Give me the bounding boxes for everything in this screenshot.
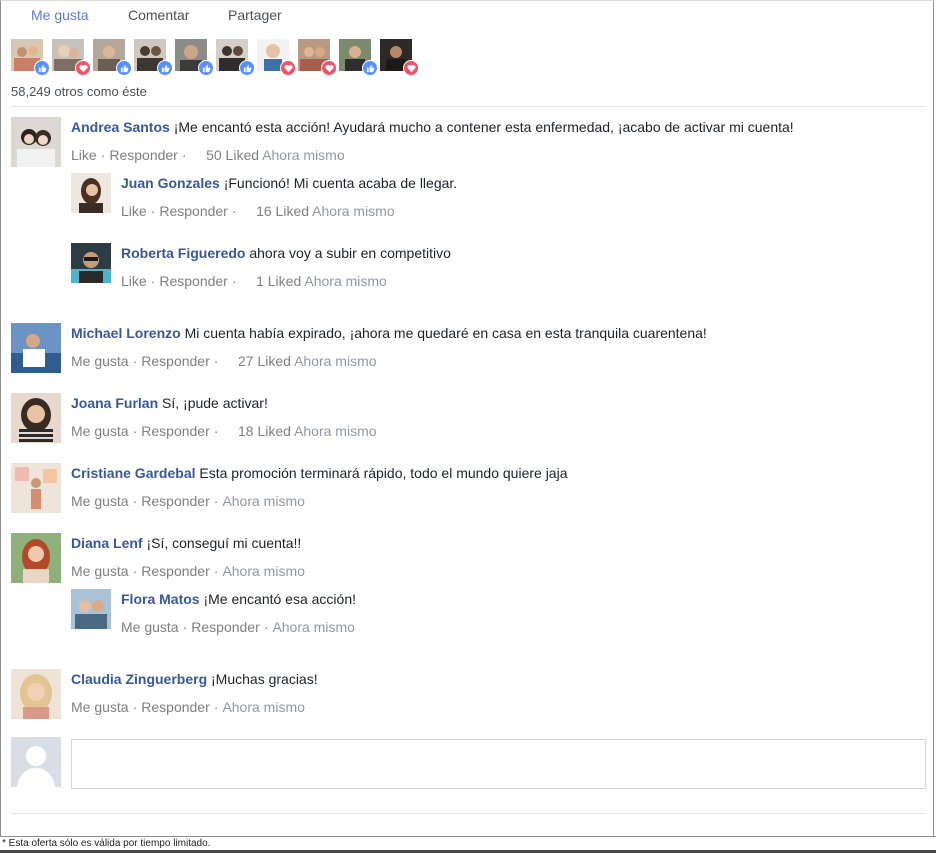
comment-time[interactable]: Ahora mismo — [222, 563, 304, 579]
reactor-avatar[interactable] — [380, 39, 419, 76]
liked-count: 50 Liked — [206, 147, 260, 163]
avatar[interactable] — [71, 589, 111, 629]
divider — [11, 813, 926, 814]
like-link[interactable]: Like — [71, 147, 97, 163]
comment-input[interactable] — [71, 739, 926, 789]
like-button[interactable]: Me gusta — [31, 7, 89, 23]
comment-text: ¡Me encantó esa acción! — [203, 591, 356, 607]
like-icon — [157, 60, 173, 76]
comment-time[interactable]: Ahora mismo — [304, 273, 386, 289]
avatar[interactable] — [71, 243, 111, 283]
comment-author[interactable]: Andrea Santos — [71, 119, 170, 135]
like-icon — [116, 60, 132, 76]
liked-count: 1 Liked — [256, 273, 302, 289]
avatar[interactable] — [11, 533, 61, 583]
heart-icon — [280, 60, 296, 76]
liked-count: 18 Liked — [238, 423, 291, 439]
comment-text: Mi cuenta había expirado, ¡ahora me qued… — [184, 325, 707, 341]
reactor-avatar[interactable] — [216, 39, 255, 76]
comment-author[interactable]: Diana Lenf — [71, 535, 143, 551]
like-icon — [239, 60, 255, 76]
default-user-icon — [11, 737, 61, 787]
comment-time[interactable]: Ahora mismo — [262, 147, 344, 163]
avatar[interactable] — [11, 463, 61, 513]
reactor-avatar[interactable] — [134, 39, 173, 76]
like-link[interactable]: Like — [121, 203, 147, 219]
reply-link[interactable]: Responder — [159, 273, 228, 289]
reactor-avatar[interactable] — [257, 39, 296, 76]
comment-text: ¡Funcionó! Mi cuenta acaba de llegar. — [223, 175, 458, 191]
reactor-avatar[interactable] — [93, 39, 132, 76]
comment-author[interactable]: Cristiane Gardebal — [71, 465, 196, 481]
avatar[interactable] — [11, 323, 61, 373]
liked-count: 16 Liked — [256, 203, 310, 219]
like-link[interactable]: Me gusta — [71, 699, 129, 715]
comment-text: ahora voy a subir en competitivo — [249, 245, 451, 261]
like-link[interactable]: Me gusta — [71, 423, 129, 439]
user-avatar-placeholder — [11, 737, 61, 787]
reactor-avatar[interactable] — [52, 39, 91, 76]
avatar[interactable] — [71, 173, 111, 213]
comment-text: Esta promoción terminará rápido, todo el… — [199, 465, 568, 481]
reaction-count[interactable]: 58,249 otros como éste — [11, 84, 147, 99]
reply-link[interactable]: Responder — [109, 147, 178, 163]
heart-icon — [75, 60, 91, 76]
comment-time[interactable]: Ahora mismo — [222, 493, 304, 509]
comment-author[interactable]: Michael Lorenzo — [71, 325, 181, 341]
like-link[interactable]: Me gusta — [71, 563, 129, 579]
reply-link[interactable]: Responder — [141, 563, 210, 579]
comment-author[interactable]: Roberta Figueredo — [121, 245, 245, 261]
comment-author[interactable]: Flora Matos — [121, 591, 200, 607]
reply-link[interactable]: Responder — [141, 423, 210, 439]
like-icon — [34, 60, 50, 76]
reply-link[interactable]: Responder — [141, 353, 210, 369]
comment-time[interactable]: Ahora mismo — [294, 353, 376, 369]
reply-link[interactable]: Responder — [141, 493, 210, 509]
comment-time[interactable]: Ahora mismo — [294, 423, 376, 439]
reactor-avatar[interactable] — [298, 39, 337, 76]
avatar[interactable] — [11, 117, 61, 167]
comment-author[interactable]: Joana Furlan — [71, 395, 158, 411]
reply-link[interactable]: Responder — [159, 203, 228, 219]
heart-icon — [321, 60, 337, 76]
comment-time[interactable]: Ahora mismo — [272, 619, 354, 635]
comment-text: ¡Muchas gracias! — [211, 671, 318, 687]
comment-time[interactable]: Ahora mismo — [222, 699, 304, 715]
comment-author[interactable]: Claudia Zinguerberg — [71, 671, 207, 687]
reply-link[interactable]: Responder — [141, 699, 210, 715]
comment-time[interactable]: Ahora mismo — [312, 203, 394, 219]
divider — [11, 106, 926, 107]
liked-count: 27 Liked — [238, 353, 291, 369]
avatar[interactable] — [11, 669, 61, 719]
reactor-avatar[interactable] — [175, 39, 214, 76]
reactor-avatar[interactable] — [339, 39, 378, 76]
share-button[interactable]: Partager — [228, 7, 282, 23]
like-link[interactable]: Me gusta — [121, 619, 179, 635]
like-link[interactable]: Me gusta — [71, 353, 129, 369]
comment-button[interactable]: Comentar — [128, 7, 189, 23]
reply-link[interactable]: Responder — [191, 619, 260, 635]
like-icon — [198, 60, 214, 76]
comment-text: ¡Sí, conseguí mi cuenta!! — [146, 535, 302, 551]
comment-author[interactable]: Juan Gonzales — [121, 175, 220, 191]
comment-text: ¡Me encantó esta acción! Ayudará mucho a… — [173, 119, 794, 135]
comment-text: Sí, ¡pude activar! — [162, 395, 268, 411]
heart-icon — [403, 60, 419, 76]
avatar[interactable] — [11, 393, 61, 443]
like-icon — [362, 60, 378, 76]
reactor-avatar[interactable] — [11, 39, 50, 76]
like-link[interactable]: Me gusta — [71, 493, 129, 509]
like-link[interactable]: Like — [121, 273, 147, 289]
